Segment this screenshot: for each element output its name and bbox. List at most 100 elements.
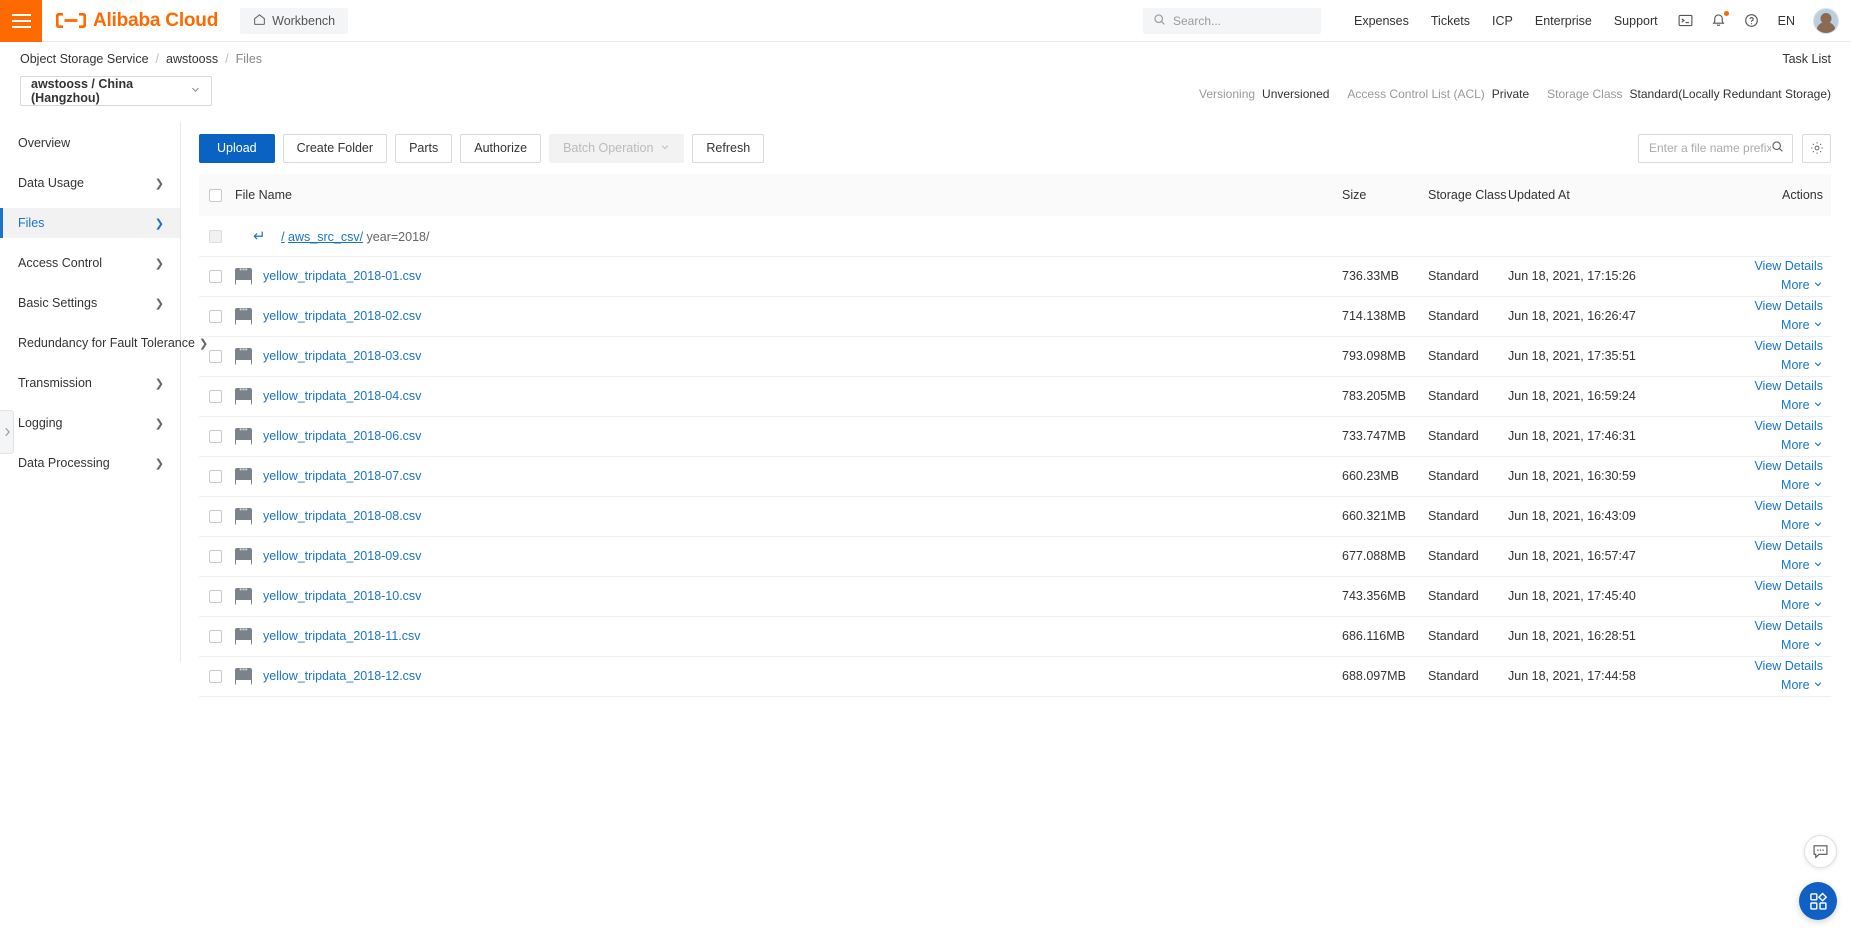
task-list-link[interactable]: Task List bbox=[1782, 52, 1831, 66]
back-arrow-icon[interactable]: ↵ bbox=[235, 228, 266, 245]
file-search-input[interactable] bbox=[1649, 141, 1771, 155]
csv-file-icon bbox=[235, 347, 252, 365]
workbench-label: Workbench bbox=[272, 13, 336, 28]
more-actions-link[interactable]: More bbox=[1713, 516, 1823, 535]
row-checkbox[interactable] bbox=[209, 470, 222, 484]
view-details-link[interactable]: View Details bbox=[1713, 617, 1823, 636]
gear-icon[interactable] bbox=[1802, 133, 1831, 163]
file-name-link[interactable]: yellow_tripdata_2018-08.csv bbox=[263, 509, 421, 523]
nav-expenses[interactable]: Expenses bbox=[1343, 0, 1420, 42]
nav-support[interactable]: Support bbox=[1603, 0, 1669, 42]
view-details-link[interactable]: View Details bbox=[1713, 537, 1823, 556]
file-name-link[interactable]: yellow_tripdata_2018-11.csv bbox=[263, 629, 421, 643]
more-actions-link[interactable]: More bbox=[1713, 356, 1823, 375]
terminal-icon[interactable] bbox=[1669, 0, 1702, 42]
file-name-link[interactable]: yellow_tripdata_2018-03.csv bbox=[263, 349, 421, 363]
workbench-button[interactable]: Workbench bbox=[240, 7, 349, 34]
more-actions-link[interactable]: More bbox=[1713, 676, 1823, 695]
file-name-link[interactable]: yellow_tripdata_2018-06.csv bbox=[263, 429, 421, 443]
file-storage-class: Standard bbox=[1428, 256, 1508, 297]
more-actions-link[interactable]: More bbox=[1713, 596, 1823, 615]
files-table-body: ↵ / aws_src_csv/ year=2018/ yellow_tripd… bbox=[199, 216, 1831, 697]
view-details-link[interactable]: View Details bbox=[1713, 497, 1823, 516]
nav-icp[interactable]: ICP bbox=[1481, 0, 1524, 42]
breadcrumb-item-bucket[interactable]: awstooss bbox=[166, 52, 218, 66]
row-checkbox[interactable] bbox=[209, 350, 222, 364]
more-actions-link[interactable]: More bbox=[1713, 276, 1823, 295]
row-checkbox[interactable] bbox=[209, 310, 222, 324]
upload-button[interactable]: Upload bbox=[199, 133, 275, 163]
path-folder-link[interactable]: aws_src_csv/ bbox=[288, 230, 363, 244]
brand-logo[interactable]: Alibaba Cloud bbox=[56, 10, 218, 32]
file-name-link[interactable]: yellow_tripdata_2018-01.csv bbox=[263, 269, 421, 283]
apps-grid-icon[interactable] bbox=[1799, 882, 1837, 920]
path-root-link[interactable]: / bbox=[281, 230, 284, 244]
view-details-link[interactable]: View Details bbox=[1713, 577, 1823, 596]
row-checkbox[interactable] bbox=[209, 670, 222, 684]
view-details-link[interactable]: View Details bbox=[1713, 377, 1823, 396]
sidebar-item-data-usage[interactable]: Data Usage ❯ bbox=[0, 168, 180, 198]
more-actions-link[interactable]: More bbox=[1713, 396, 1823, 415]
sidebar-item-data-processing[interactable]: Data Processing ❯ bbox=[0, 448, 180, 478]
file-name-link[interactable]: yellow_tripdata_2018-12.csv bbox=[263, 669, 421, 683]
global-search[interactable] bbox=[1142, 7, 1321, 34]
more-actions-link[interactable]: More bbox=[1713, 636, 1823, 655]
row-checkbox[interactable] bbox=[209, 630, 222, 644]
bell-icon[interactable] bbox=[1702, 0, 1735, 42]
create-folder-button[interactable]: Create Folder bbox=[282, 133, 388, 163]
more-actions-link[interactable]: More bbox=[1713, 476, 1823, 495]
global-search-input[interactable] bbox=[1172, 13, 1311, 28]
row-checkbox[interactable] bbox=[209, 270, 222, 284]
file-name-link[interactable]: yellow_tripdata_2018-02.csv bbox=[263, 309, 421, 323]
search-icon[interactable] bbox=[1771, 140, 1784, 156]
view-details-link[interactable]: View Details bbox=[1713, 297, 1823, 316]
sidebar-item-transmission[interactable]: Transmission ❯ bbox=[0, 368, 180, 398]
sidebar-item-overview[interactable]: Overview bbox=[0, 128, 180, 158]
table-row: yellow_tripdata_2018-04.csv 783.205MBStan… bbox=[199, 376, 1831, 417]
chevron-down-icon bbox=[1814, 362, 1822, 367]
file-name-link[interactable]: yellow_tripdata_2018-10.csv bbox=[263, 589, 421, 603]
breadcrumb-item-service[interactable]: Object Storage Service bbox=[20, 52, 149, 66]
view-details-link[interactable]: View Details bbox=[1713, 417, 1823, 436]
bucket-selector[interactable]: awstooss / China (Hangzhou) bbox=[20, 76, 212, 106]
file-name-link[interactable]: yellow_tripdata_2018-04.csv bbox=[263, 389, 421, 403]
view-details-link[interactable]: View Details bbox=[1713, 657, 1823, 676]
file-search[interactable] bbox=[1638, 133, 1793, 163]
more-actions-link[interactable]: More bbox=[1713, 436, 1823, 455]
row-checkbox[interactable] bbox=[209, 590, 222, 604]
avatar[interactable] bbox=[1813, 7, 1839, 34]
sidebar-item-access-control[interactable]: Access Control ❯ bbox=[0, 248, 180, 278]
file-name-link[interactable]: yellow_tripdata_2018-09.csv bbox=[263, 549, 421, 563]
row-checkbox[interactable] bbox=[209, 510, 222, 524]
refresh-button[interactable]: Refresh bbox=[692, 133, 765, 163]
authorize-button[interactable]: Authorize bbox=[460, 133, 542, 163]
more-actions-link[interactable]: More bbox=[1713, 316, 1823, 335]
table-row: yellow_tripdata_2018-10.csv 743.356MBStan… bbox=[199, 576, 1831, 617]
sidebar-item-basic-settings[interactable]: Basic Settings ❯ bbox=[0, 288, 180, 318]
chat-bubble-icon[interactable] bbox=[1804, 835, 1837, 868]
row-actions: View Details More bbox=[1713, 416, 1831, 457]
nav-tickets[interactable]: Tickets bbox=[1420, 0, 1481, 42]
row-checkbox[interactable] bbox=[209, 430, 222, 444]
hamburger-icon[interactable] bbox=[0, 0, 42, 42]
view-details-link[interactable]: View Details bbox=[1713, 457, 1823, 476]
parts-button[interactable]: Parts bbox=[395, 133, 453, 163]
file-name-link[interactable]: yellow_tripdata_2018-07.csv bbox=[263, 469, 421, 483]
more-actions-link[interactable]: More bbox=[1713, 556, 1823, 575]
chevron-down-icon bbox=[1814, 682, 1822, 687]
sidebar-collapse-toggle[interactable] bbox=[0, 410, 14, 454]
row-checkbox[interactable] bbox=[209, 390, 222, 404]
batch-operation-label: Batch Operation bbox=[563, 141, 654, 155]
row-checkbox[interactable] bbox=[209, 550, 222, 564]
question-circle-icon[interactable] bbox=[1735, 0, 1768, 42]
sidebar-item-logging[interactable]: Logging ❯ bbox=[0, 408, 180, 438]
view-details-link[interactable]: View Details bbox=[1713, 257, 1823, 276]
sidebar-item-files[interactable]: Files ❯ bbox=[0, 208, 180, 238]
select-all-checkbox[interactable] bbox=[209, 189, 222, 203]
view-details-link[interactable]: View Details bbox=[1713, 337, 1823, 356]
file-name-cell: yellow_tripdata_2018-06.csv bbox=[235, 416, 1342, 457]
sidebar-item-redundancy[interactable]: Redundancy for Fault Tolerance ❯ bbox=[0, 328, 208, 358]
language-selector[interactable]: EN bbox=[1768, 14, 1805, 28]
nav-enterprise[interactable]: Enterprise bbox=[1524, 0, 1603, 42]
chevron-right-icon: ❯ bbox=[154, 177, 164, 190]
